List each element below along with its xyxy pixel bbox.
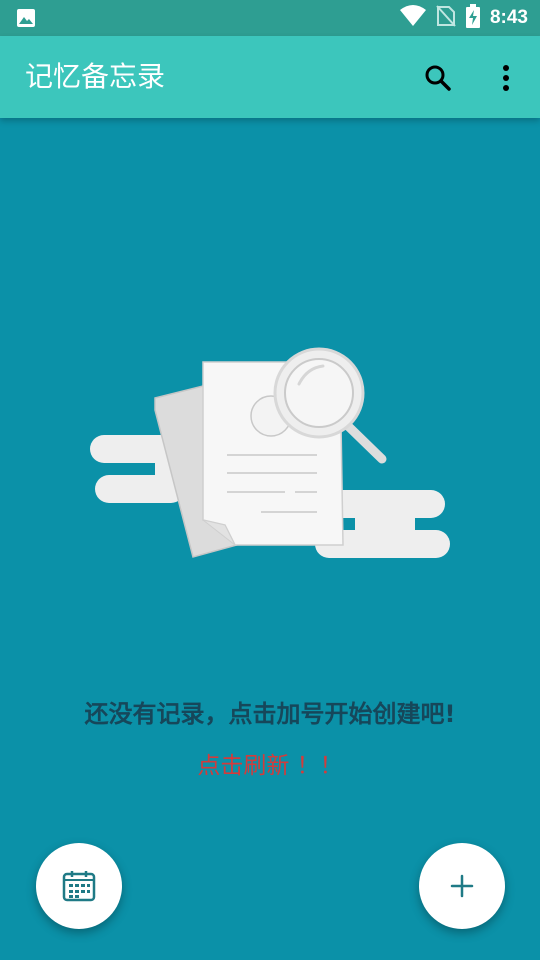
- search-icon: [425, 65, 451, 91]
- refresh-link[interactable]: 点击刷新 ！！: [0, 746, 540, 780]
- status-bar: 8:43: [0, 0, 540, 36]
- battery-charging-icon: [465, 4, 480, 32]
- empty-state-illustration: [90, 347, 450, 558]
- image-icon: [16, 8, 36, 32]
- app-bar: 记忆备忘录: [0, 36, 540, 118]
- status-time: 8:43: [489, 7, 528, 28]
- wifi-icon: [399, 5, 426, 31]
- no-sim-icon: [436, 4, 456, 32]
- search-button[interactable]: [420, 60, 456, 96]
- add-note-button[interactable]: [419, 843, 505, 929]
- empty-state-message: 还没有记录，点击加号开始创建吧!: [84, 700, 456, 728]
- more-vert-icon: [503, 65, 509, 91]
- app-title: 记忆备忘录: [25, 60, 166, 93]
- more-options-button[interactable]: [488, 60, 524, 96]
- calendar-button[interactable]: [36, 843, 122, 929]
- calendar-icon: [62, 871, 96, 902]
- plus-icon: [450, 874, 474, 898]
